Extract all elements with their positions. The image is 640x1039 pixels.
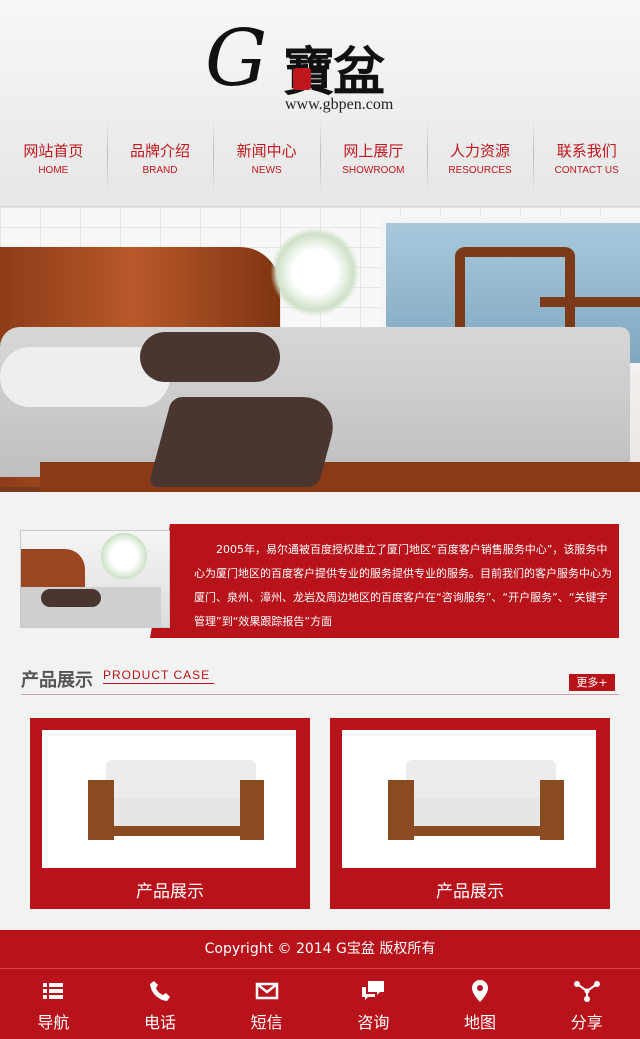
bottom-nav-label: 地图 <box>464 1013 497 1032</box>
bottom-nav-label: 咨询 <box>357 1013 390 1032</box>
product-card[interactable]: 产品展示 <box>30 718 310 909</box>
banner-bed-base <box>40 462 640 492</box>
map-pin-icon <box>472 980 489 1002</box>
intro-text: 2005年，易尔通被百度授权建立了厦门地区“百度客户销售服务中心”，该服务中心为… <box>194 543 612 628</box>
section-title: 产品展示 <box>21 670 93 691</box>
nav-label: 联系我们 <box>556 142 617 160</box>
banner-table <box>540 297 640 307</box>
banner-image <box>0 207 640 492</box>
products-section-header: 产品展示 PRODUCT CASE 更多+ <box>21 662 619 695</box>
bottom-nav-label: 分享 <box>570 1013 603 1032</box>
nav-label-en: BRAND <box>142 165 178 176</box>
nav-label: 品牌介绍 <box>130 142 191 160</box>
nav-item-home[interactable]: 网站首页 HOME <box>0 120 107 192</box>
nav-label: 人力资源 <box>450 142 511 160</box>
product-caption[interactable]: 产品展示 <box>330 877 610 902</box>
bottom-nav-map[interactable]: 地图 <box>427 969 534 1039</box>
bottom-nav-label: 电话 <box>144 1013 177 1032</box>
header: G 寶盆 www.gbpen.com 网站首页 HOME 品牌介绍 BRAND … <box>0 0 640 207</box>
share-icon <box>573 981 600 1002</box>
bottom-nav-share[interactable]: 分享 <box>533 969 640 1039</box>
nav-label: 网上展厅 <box>343 142 404 160</box>
bottom-nav-menu[interactable]: 导航 <box>0 969 107 1039</box>
sofa-illustration <box>388 760 564 850</box>
intro-thumbnail[interactable] <box>20 530 170 628</box>
menu-icon <box>43 983 64 999</box>
nav-label-en: SHOWROOM <box>342 165 405 176</box>
product-card[interactable]: 产品展示 <box>330 718 610 909</box>
nav-label-en: HOME <box>38 165 69 176</box>
product-image[interactable] <box>342 730 596 868</box>
bottom-nav-phone[interactable]: 电话 <box>107 969 214 1039</box>
nav-label-en: NEWS <box>251 165 282 176</box>
banner-throw <box>147 397 343 487</box>
logo-seal-icon <box>293 68 311 90</box>
intro-block: 2005年，易尔通被百度授权建立了厦门地区“百度客户销售服务中心”，该服务中心为… <box>20 524 619 638</box>
nav-item-showroom[interactable]: 网上展厅 SHOWROOM <box>320 120 427 192</box>
bottom-nav-label: 短信 <box>250 1013 283 1032</box>
nav-item-resources[interactable]: 人力资源 RESOURCES <box>426 120 534 192</box>
thumb-flowers <box>101 533 147 579</box>
nav-label-en: CONTACT US <box>554 165 619 176</box>
envelope-icon <box>255 982 278 1000</box>
bottom-nav: 导航 电话 短信 咨询 地图 分享 <box>0 968 640 1039</box>
nav-label: 网站首页 <box>23 142 84 160</box>
nav-label-en: RESOURCES <box>448 165 512 176</box>
products-grid: 产品展示 产品展示 <box>30 718 610 909</box>
product-image[interactable] <box>42 730 296 868</box>
nav-item-news[interactable]: 新闻中心 NEWS <box>213 120 320 192</box>
thumb-pillow <box>41 589 101 607</box>
sofa-illustration <box>88 760 264 850</box>
section-title-en: PRODUCT CASE <box>103 668 215 684</box>
chat-icon <box>362 981 385 1000</box>
nav-label: 新闻中心 <box>236 142 297 160</box>
nav-item-contact[interactable]: 联系我们 CONTACT US <box>533 120 640 192</box>
more-button[interactable]: 更多+ <box>569 674 615 691</box>
bottom-nav-consult[interactable]: 咨询 <box>320 969 427 1039</box>
logo-letter: G <box>205 14 268 104</box>
product-caption[interactable]: 产品展示 <box>30 877 310 902</box>
bottom-nav-sms[interactable]: 短信 <box>213 969 320 1039</box>
bottom-nav-label: 导航 <box>37 1013 70 1032</box>
main-nav: 网站首页 HOME 品牌介绍 BRAND 新闻中心 NEWS 网上展厅 SHOW… <box>0 120 640 192</box>
phone-icon <box>150 981 170 1001</box>
logo[interactable]: G 寶盆 www.gbpen.com <box>205 18 405 118</box>
copyright: Copyright © 2014 G宝盆 版权所有 <box>0 930 640 968</box>
banner-flowers <box>270 227 360 317</box>
logo-url: www.gbpen.com <box>285 96 394 113</box>
banner-pillow-dark <box>140 332 280 382</box>
nav-item-brand[interactable]: 品牌介绍 BRAND <box>106 120 214 192</box>
